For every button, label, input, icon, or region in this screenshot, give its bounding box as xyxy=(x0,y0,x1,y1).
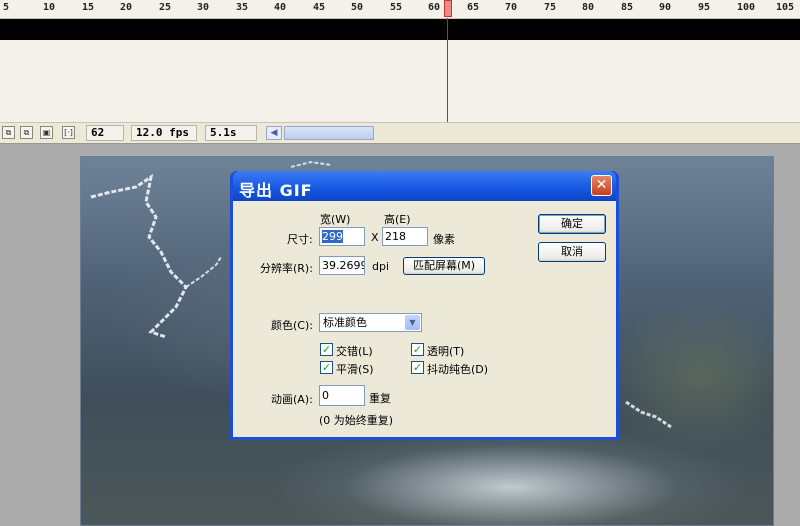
size-label: 尺寸: xyxy=(287,233,313,246)
ruler-tick: 55 xyxy=(389,2,403,13)
width-input[interactable]: 299 xyxy=(319,227,365,246)
ruler-tick: 90 xyxy=(658,2,672,13)
animation-label: 动画(A): xyxy=(271,393,313,406)
interlace-label: 交错(L) xyxy=(336,345,373,358)
dither-solids-checkbox[interactable]: ✓ xyxy=(411,361,424,374)
color-label: 颜色(C): xyxy=(271,319,313,332)
ruler-tick: 20 xyxy=(119,2,133,13)
ruler-tick: 15 xyxy=(81,2,95,13)
color-select[interactable]: 标准颜色 ▼ xyxy=(319,313,422,332)
ruler-tick: 30 xyxy=(196,2,210,13)
ruler-tick: 65 xyxy=(466,2,480,13)
ruler-tick: 60 xyxy=(427,2,441,13)
ruler-tick: 25 xyxy=(158,2,172,13)
playhead-line xyxy=(447,18,448,122)
ruler-tick: 100 xyxy=(736,2,756,13)
match-screen-button[interactable]: 匹配屏幕(M) xyxy=(403,257,485,275)
ruler-tick: 95 xyxy=(697,2,711,13)
animation-repeat-suffix: 重复 xyxy=(369,392,391,405)
onion-outline-icon[interactable]: ⧉ xyxy=(20,126,33,139)
ruler-tick: 85 xyxy=(620,2,634,13)
size-unit: 像素 xyxy=(433,233,455,246)
onion-skin-icon[interactable]: ⧉ xyxy=(2,126,15,139)
ruler-tick: 75 xyxy=(543,2,557,13)
smooth-label: 平滑(S) xyxy=(336,363,374,376)
dialog-titlebar[interactable]: 导出 GIF ✕ xyxy=(233,171,616,201)
resolution-input[interactable]: 39.26999 xyxy=(319,256,365,275)
ok-button[interactable]: 确定 xyxy=(538,214,606,234)
export-gif-dialog: 导出 GIF ✕ 宽(W) 高(E) 尺寸: 299 X 218 像素 分辨率(… xyxy=(230,171,619,440)
size-separator: X xyxy=(371,231,379,244)
horizontal-scrollbar-thumb[interactable] xyxy=(284,126,374,140)
playhead-handle[interactable] xyxy=(444,0,452,17)
ruler-tick: 80 xyxy=(581,2,595,13)
frame-rate[interactable]: 12.0 fps xyxy=(131,125,197,141)
smooth-checkbox[interactable]: ✓ xyxy=(320,361,333,374)
ruler-tick: 40 xyxy=(273,2,287,13)
timeline-status-bar: ⧉ ⧉ ▣ [·] 62 12.0 fps 5.1s ◀ xyxy=(0,122,800,144)
timeline-layers-area[interactable] xyxy=(0,40,800,122)
interlace-checkbox[interactable]: ✓ xyxy=(320,343,333,356)
close-icon[interactable]: ✕ xyxy=(591,175,612,196)
transparent-checkbox[interactable]: ✓ xyxy=(411,343,424,356)
current-frame: 62 xyxy=(86,125,124,141)
color-select-value: 标准颜色 xyxy=(323,316,367,329)
resolution-unit: dpi xyxy=(372,260,390,273)
resolution-label: 分辨率(R): xyxy=(260,262,313,275)
ruler-tick: 105 xyxy=(775,2,795,13)
cancel-button[interactable]: 取消 xyxy=(538,242,606,262)
ruler-tick: 70 xyxy=(504,2,518,13)
chevron-down-icon[interactable]: ▼ xyxy=(405,315,420,330)
height-label: 高(E) xyxy=(384,213,411,226)
ruler-tick: 50 xyxy=(350,2,364,13)
timeline-track[interactable] xyxy=(0,19,800,40)
ruler-tick: 45 xyxy=(312,2,326,13)
transparent-label: 透明(T) xyxy=(427,345,465,358)
elapsed-time: 5.1s xyxy=(205,125,257,141)
edit-multiple-frames-icon[interactable]: ▣ xyxy=(40,126,53,139)
dialog-client-area: 宽(W) 高(E) 尺寸: 299 X 218 像素 分辨率(R): 39.26… xyxy=(233,201,616,437)
onion-markers-icon[interactable]: [·] xyxy=(62,126,75,139)
ruler-tick: 35 xyxy=(235,2,249,13)
ruler-tick: 5 xyxy=(2,2,10,13)
ruler-tick: 10 xyxy=(42,2,56,13)
animation-repeat-input[interactable]: 0 xyxy=(319,385,365,406)
height-input[interactable]: 218 xyxy=(382,227,428,246)
dither-solids-label: 抖动纯色(D) xyxy=(427,363,489,376)
scroll-left-icon[interactable]: ◀ xyxy=(266,126,282,140)
dialog-title: 导出 GIF xyxy=(239,181,313,200)
width-label: 宽(W) xyxy=(320,213,351,226)
timeline-ruler[interactable]: 5 10 15 20 25 30 35 40 45 50 55 60 65 70… xyxy=(0,0,800,19)
animation-hint: (0 为始终重复) xyxy=(319,414,394,427)
